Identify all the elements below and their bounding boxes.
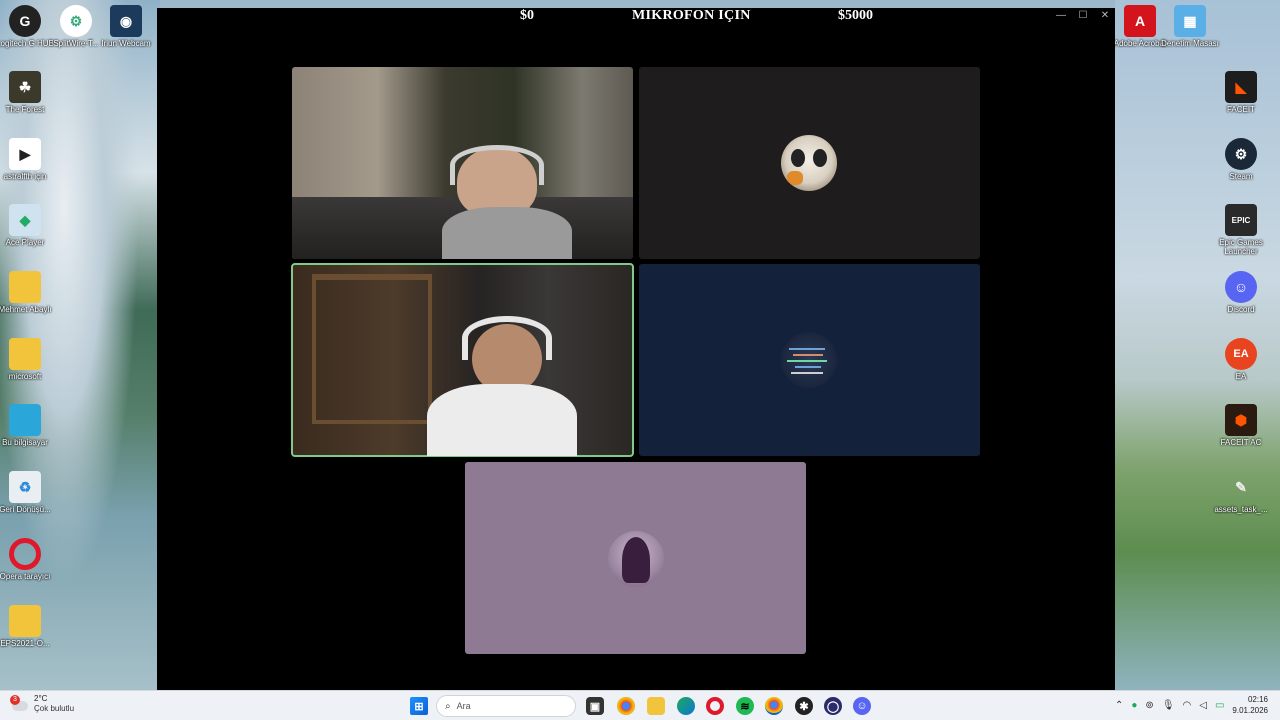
weather-temperature: 2°C: [34, 694, 48, 703]
opera-icon: [9, 538, 41, 570]
video-tile-participant-3[interactable]: [291, 263, 634, 457]
video-tile-participant-2[interactable]: [639, 67, 980, 259]
headset-icon: [450, 145, 544, 185]
circle-icon: ◯: [826, 700, 840, 713]
weather-condition: Çok bulutlu: [34, 704, 75, 713]
amount-right: $5000: [838, 8, 873, 23]
desktop-icon-folder-eps[interactable]: EPS2021-O...: [0, 605, 55, 648]
spotify-icon: ≋: [740, 700, 750, 713]
discord-icon: ☺: [1225, 271, 1257, 303]
ea-icon: EA: [1225, 338, 1257, 370]
discord-icon: ☺: [856, 700, 868, 712]
webcam-icon: ◉: [110, 5, 142, 37]
chrome-profile-taskbar-button[interactable]: [765, 697, 783, 715]
desktop-icon-this-pc[interactable]: Bu bilgisayar: [0, 404, 55, 447]
taskbar-search[interactable]: ⌕ Ara: [436, 695, 576, 717]
task-view-button[interactable]: ▣: [586, 697, 604, 715]
file-explorer-taskbar-button[interactable]: [647, 697, 665, 715]
desktop-icon-the-forest[interactable]: ☘ The Forest: [0, 71, 55, 114]
spotify-taskbar-button[interactable]: ≋: [736, 697, 754, 715]
desktop-icon-discord[interactable]: ☺ Discord: [1211, 271, 1271, 314]
video-tile-participant-5[interactable]: [465, 462, 806, 654]
desktop-icon-assets-file[interactable]: ✎ assets_task_...: [1211, 471, 1271, 515]
weather-widget[interactable]: 3 2°C Çok bulutlu: [10, 694, 75, 714]
search-icon: ⌕: [445, 700, 451, 712]
folder-icon: [9, 605, 41, 637]
desktop-icon-ea[interactable]: EA EA: [1211, 338, 1271, 381]
faceit-ac-icon: ⬢: [1225, 404, 1257, 436]
amount-left: $0: [520, 8, 534, 23]
edge-taskbar-button[interactable]: [677, 697, 695, 715]
volume-icon[interactable]: ◁: [1199, 700, 1207, 711]
desktop-icon-faceit[interactable]: ◣ FACEIT: [1211, 71, 1271, 114]
minimize-button[interactable]: —: [1055, 10, 1067, 21]
video-file-icon: ▶: [9, 138, 41, 170]
wooden-shelf: [312, 274, 432, 424]
task-view-icon: ▣: [589, 700, 601, 713]
cloud-icon: 3: [10, 695, 28, 711]
close-button[interactable]: ✕: [1099, 10, 1111, 21]
desktop-icon-recycle-bin[interactable]: ♻ Geri Dönüşü...: [0, 471, 55, 514]
participant-shirt: [442, 207, 572, 259]
microphone-icon[interactable]: 🎙: [1162, 700, 1175, 711]
battery-icon[interactable]: ▭: [1215, 700, 1224, 711]
participant-avatar: [781, 332, 837, 388]
search-placeholder: Ara: [456, 701, 471, 711]
window-controls: — ☐ ✕: [1055, 10, 1111, 21]
weather-badge: 3: [10, 695, 20, 705]
video-call-window: $0 MIKROFON IÇIN $5000 — ☐ ✕: [157, 8, 1115, 690]
headset-icon: [462, 316, 552, 360]
desktop-icon-video-file[interactable]: ▶ astralfth için: [0, 138, 55, 181]
location-icon[interactable]: ⊚: [1145, 700, 1153, 711]
clock-date: 9.01.2026: [1232, 706, 1268, 715]
windows-taskbar: 3 2°C Çok bulutlu ⊞ ⌕ Ara ▣ ≋ ✱ ◯ ☺ ⌃ ● …: [0, 690, 1280, 720]
splitwire-icon: ⚙: [60, 5, 92, 37]
computer-icon: [9, 404, 41, 436]
ace-player-icon: ◆: [9, 204, 41, 236]
participant-avatar: [781, 135, 837, 191]
start-button[interactable]: ⊞: [410, 697, 428, 715]
faceit-icon: ◣: [1225, 71, 1257, 103]
acrobat-icon: A: [1124, 5, 1156, 37]
folder-icon: [9, 271, 41, 303]
logitech-icon: G: [9, 5, 41, 37]
desktop-icon-folder-microsoft[interactable]: microsoft: [0, 338, 55, 381]
desktop-icon-iriun-webcam[interactable]: ◉ Iriun Webcam: [96, 5, 156, 48]
maximize-button[interactable]: ☐: [1077, 10, 1089, 21]
clock-time: 02:16: [1247, 695, 1268, 704]
desktop-icon-opera[interactable]: Opera tarayıcı: [0, 538, 55, 581]
desktop-icon-ace-player[interactable]: ◆ Ace Player: [0, 204, 55, 247]
participant-avatar: [608, 531, 664, 587]
file-icon: ✎: [1235, 478, 1247, 495]
clock[interactable]: 02:16 9.01.2026: [1232, 694, 1268, 716]
desktop-icon-faceit-ac[interactable]: ⬢ FACEIT AC: [1211, 404, 1271, 447]
control-panel-icon: ▦: [1174, 5, 1206, 37]
system-tray: ⌃ ● ⊚ 🎙 ◠ ◁ ▭ 02:16 9.01.2026: [1115, 694, 1268, 716]
video-tile-participant-1[interactable]: [292, 67, 633, 259]
participant-shirt: [427, 384, 577, 456]
epic-games-icon: EPIC: [1225, 204, 1257, 236]
steam-icon: ⚙: [1225, 138, 1257, 170]
discord-taskbar-button[interactable]: ☺: [853, 697, 871, 715]
app-taskbar-button-2[interactable]: ◯: [824, 697, 842, 715]
desktop-icon-steam[interactable]: ⚙ Steam: [1211, 138, 1271, 181]
wifi-icon[interactable]: ◠: [1183, 700, 1192, 711]
app-icon: ✱: [799, 700, 809, 713]
opera-taskbar-button[interactable]: [706, 697, 724, 715]
recycle-bin-icon: ♻: [9, 471, 41, 503]
video-tile-participant-4[interactable]: [639, 264, 980, 456]
chevron-up-icon[interactable]: ⌃: [1115, 700, 1123, 711]
folder-icon: [9, 338, 41, 370]
tray-app-icon[interactable]: ●: [1131, 700, 1137, 711]
chrome-taskbar-button[interactable]: [617, 697, 635, 715]
desktop-icon-folder-mehmet[interactable]: Mehmet Abaylı: [0, 271, 55, 314]
app-taskbar-button[interactable]: ✱: [795, 697, 813, 715]
window-title: MIKROFON IÇIN: [632, 8, 751, 23]
window-titlebar[interactable]: $0 MIKROFON IÇIN $5000 — ☐ ✕: [157, 8, 1115, 28]
desktop-icon-control-panel[interactable]: ▦ Denetim Masası: [1160, 5, 1220, 48]
game-icon: ☘: [9, 71, 41, 103]
windows-icon: ⊞: [414, 700, 424, 713]
desktop-icon-epic-games[interactable]: EPIC Epic Games Launcher: [1211, 204, 1271, 256]
